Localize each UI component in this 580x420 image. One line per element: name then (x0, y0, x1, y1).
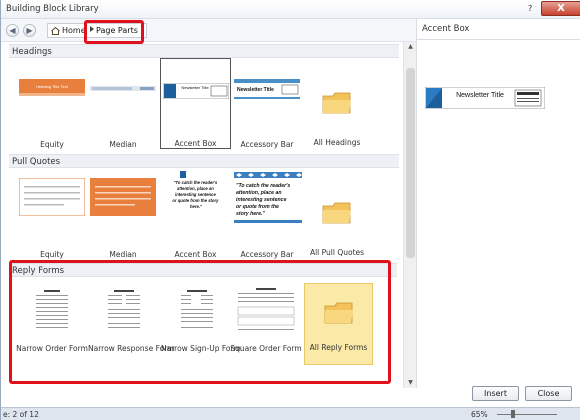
svg-text:Newsletter Title: Newsletter Title (181, 85, 209, 90)
item-label: Accent Box (174, 139, 217, 148)
svg-text:Heading Title Text: Heading Title Text (36, 84, 69, 89)
gallery-item-pullquote-median[interactable]: Median (85, 171, 161, 261)
accent-box-preview-image: Newsletter Title (425, 87, 545, 109)
highlight-box (84, 20, 144, 44)
window-title: Building Block Library (6, 4, 99, 14)
folder-icon (322, 202, 351, 224)
accent-box-heading-thumbnail: Newsletter Title (163, 83, 229, 99)
item-label: Accent Box (174, 250, 217, 259)
highlight-box (9, 260, 391, 384)
gallery-item-pullquote-accent-box[interactable]: "To catch the reader's attention, place … (160, 171, 231, 261)
close-button[interactable]: Close (525, 386, 572, 401)
folder-icon (322, 92, 351, 114)
gallery-pane: ◀ ▶ Home Page Parts Headings Heading Tit… (1, 19, 416, 388)
insert-button[interactable]: Insert (472, 386, 519, 401)
navigation-bar: ◀ ▶ Home Page Parts (1, 19, 416, 44)
preview-title: Accent Box (422, 24, 470, 34)
status-bar: e: 2 of 12 65% (1, 407, 580, 420)
back-button[interactable]: ◀ (6, 24, 19, 37)
home-icon (51, 27, 60, 35)
gallery-item-heading-accessory-bar[interactable]: Newsletter Title Accessory Bar (231, 61, 303, 151)
gallery-item-heading-median[interactable]: Median (85, 61, 161, 151)
section-label: Headings (12, 47, 52, 57)
preview-pane: Accent Box Newsletter Title Insert Close (416, 19, 580, 401)
equity-heading-thumbnail: Heading Title Text (19, 79, 85, 96)
accessory-bar-pullquote-thumbnail: "To catch the reader's attention, place … (234, 172, 302, 223)
svg-text:"To catch the reader's: "To catch the reader's attention, place … (172, 180, 219, 209)
page-indicator: e: 2 of 12 (3, 410, 39, 419)
item-label: Median (109, 140, 137, 149)
window-close-button[interactable]: X (541, 1, 580, 16)
svg-text:Newsletter Title: Newsletter Title (456, 92, 504, 99)
equity-pullquote-thumbnail (19, 178, 85, 216)
gallery-item-heading-equity[interactable]: Heading Title Text Equity (11, 61, 93, 151)
gallery-item-all-headings[interactable]: All Headings (304, 61, 370, 151)
svg-text:"To catch the reader's: "To catch the reader's attention, place … (236, 183, 292, 217)
gallery-item-heading-accent-box[interactable]: Newsletter Title Accent Box (160, 58, 231, 149)
section-label: Pull Quotes (12, 157, 61, 167)
zoom-slider-knob[interactable] (511, 410, 515, 418)
section-header-pull-quotes: Pull Quotes (9, 154, 399, 168)
item-label: Equity (40, 250, 64, 259)
scroll-up-icon[interactable]: ▲ (405, 42, 416, 52)
forward-button[interactable]: ▶ (23, 24, 36, 37)
title-bar: Building Block Library ? X (1, 0, 580, 19)
scrollbar-thumb[interactable] (406, 68, 415, 258)
zoom-slider[interactable] (497, 414, 557, 415)
accent-box-pullquote-thumbnail: "To catch the reader's attention, place … (172, 171, 219, 209)
item-label: Median (109, 250, 137, 259)
median-heading-thumbnail (90, 86, 156, 91)
gallery-item-all-pull-quotes[interactable]: All Pull Quotes (304, 171, 370, 261)
median-pullquote-thumbnail (90, 178, 156, 216)
item-label: All Headings (313, 138, 361, 147)
item-label: All Pull Quotes (309, 248, 365, 257)
item-label: Equity (40, 140, 64, 149)
item-label: Accessory Bar (240, 140, 294, 149)
scroll-down-icon[interactable]: ▼ (405, 378, 416, 388)
gallery-item-pullquote-equity[interactable]: Equity (11, 171, 93, 261)
item-label: Accessory Bar (240, 250, 294, 259)
divider (417, 39, 580, 40)
svg-text:Newsletter Title: Newsletter Title (237, 87, 274, 93)
help-icon[interactable]: ? (528, 4, 532, 13)
zoom-level: 65% (471, 410, 488, 419)
accessory-bar-heading-thumbnail: Newsletter Title (234, 79, 300, 99)
breadcrumb-home[interactable]: Home (62, 26, 86, 35)
section-header-headings: Headings (9, 44, 399, 58)
vertical-scrollbar[interactable]: ▲ ▼ (403, 42, 416, 388)
gallery-item-pullquote-accessory-bar[interactable]: "To catch the reader's attention, place … (231, 171, 303, 261)
building-block-library-window: Building Block Library ? X ◀ ▶ Home Page… (0, 0, 580, 420)
